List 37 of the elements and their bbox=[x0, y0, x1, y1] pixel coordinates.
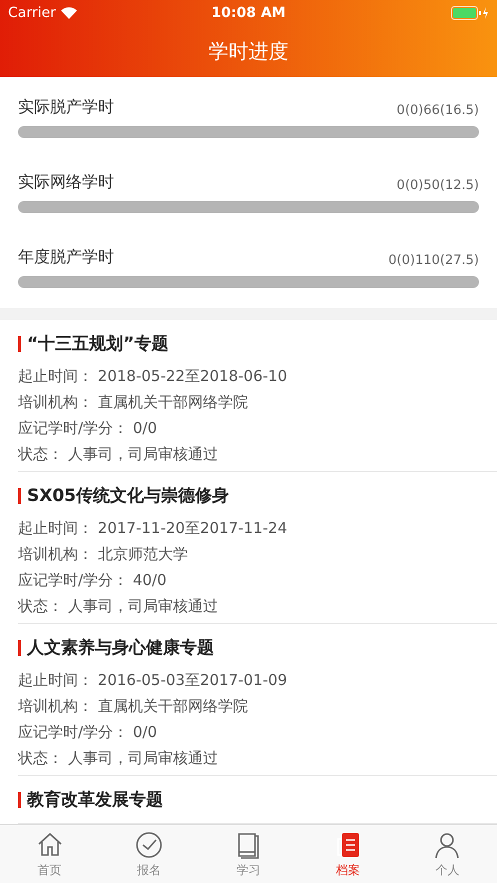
course-title[interactable]: “十三五规划”专题 bbox=[27, 332, 168, 355]
course-title[interactable]: 人文素养与身心健康专题 bbox=[27, 636, 214, 659]
course-detail: 状态： 人事司，司局审核通过 bbox=[18, 444, 219, 465]
progress-label: 实际网络学时 bbox=[18, 172, 114, 193]
carrier-name: Carrier bbox=[8, 5, 56, 21]
course-detail: 应记学时/学分： 0/0 bbox=[18, 418, 158, 439]
tab-bar-item[interactable]: 报名 bbox=[99, 825, 199, 883]
course-detail: 培训机构： 北京师范大学 bbox=[18, 544, 189, 565]
course-detail: 起止时间： 2017-11-20至2017-11-24 bbox=[18, 518, 288, 539]
tab-bar-item[interactable]: 学习 bbox=[198, 825, 298, 883]
progress-reading: 0(0)50(12.5) bbox=[396, 178, 479, 193]
check-circle-icon bbox=[134, 830, 164, 860]
course-detail: 应记学时/学分： 40/0 bbox=[18, 570, 168, 591]
progress-reading: 0(0)66(16.5) bbox=[396, 103, 479, 118]
course-detail: 状态： 人事司，司局审核通过 bbox=[18, 596, 219, 617]
progress-reading: 0(0)110(27.5) bbox=[388, 253, 479, 268]
progress-label: 年度脱产学时 bbox=[18, 247, 114, 268]
course-detail: 培训机构： 直属机关干部网络学院 bbox=[18, 392, 249, 413]
course-detail: 状态： 人事司，司局审核通过 bbox=[18, 748, 219, 769]
course-detail: 应记学时/学分： 0/0 bbox=[18, 722, 158, 743]
course-detail: 培训机构： 直属机关干部网络学院 bbox=[18, 696, 249, 717]
progress-label: 实际脱产学时 bbox=[18, 97, 114, 118]
status-time: 10:08 AM bbox=[211, 5, 286, 21]
accent-bar bbox=[18, 792, 21, 808]
tab-bar-item[interactable]: 首页 bbox=[0, 825, 100, 883]
tab-bar-item[interactable]: 档案 bbox=[298, 825, 398, 883]
battery-icon bbox=[451, 6, 489, 20]
accent-bar bbox=[18, 640, 21, 656]
course-detail: 起止时间： 2016-05-03至2017-01-09 bbox=[18, 670, 288, 691]
page-title: 学时进度 bbox=[208, 38, 290, 65]
course-title[interactable]: SX05传统文化与崇德修身 bbox=[27, 484, 230, 507]
accent-bar bbox=[18, 336, 21, 352]
wifi-icon bbox=[60, 7, 77, 19]
course-detail: 起止时间： 2018-05-22至2018-06-10 bbox=[18, 366, 288, 387]
course-title[interactable]: 教育改革发展专题 bbox=[27, 788, 163, 811]
accent-bar bbox=[18, 488, 21, 504]
tab-bar-item[interactable]: 个人 bbox=[398, 825, 497, 883]
